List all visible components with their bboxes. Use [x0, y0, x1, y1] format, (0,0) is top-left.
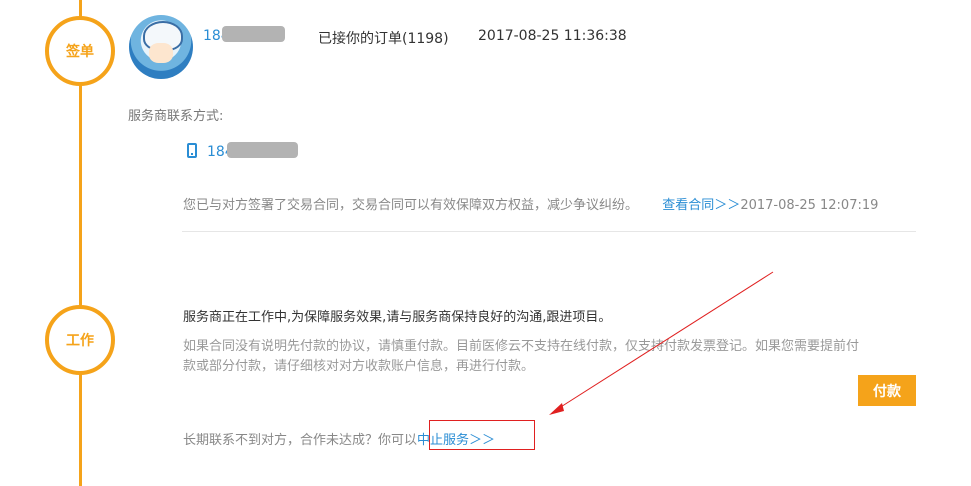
annotation-arrow-head — [549, 403, 564, 415]
annotation-arrow-line — [555, 271, 774, 411]
annotation-arrow — [549, 271, 774, 415]
